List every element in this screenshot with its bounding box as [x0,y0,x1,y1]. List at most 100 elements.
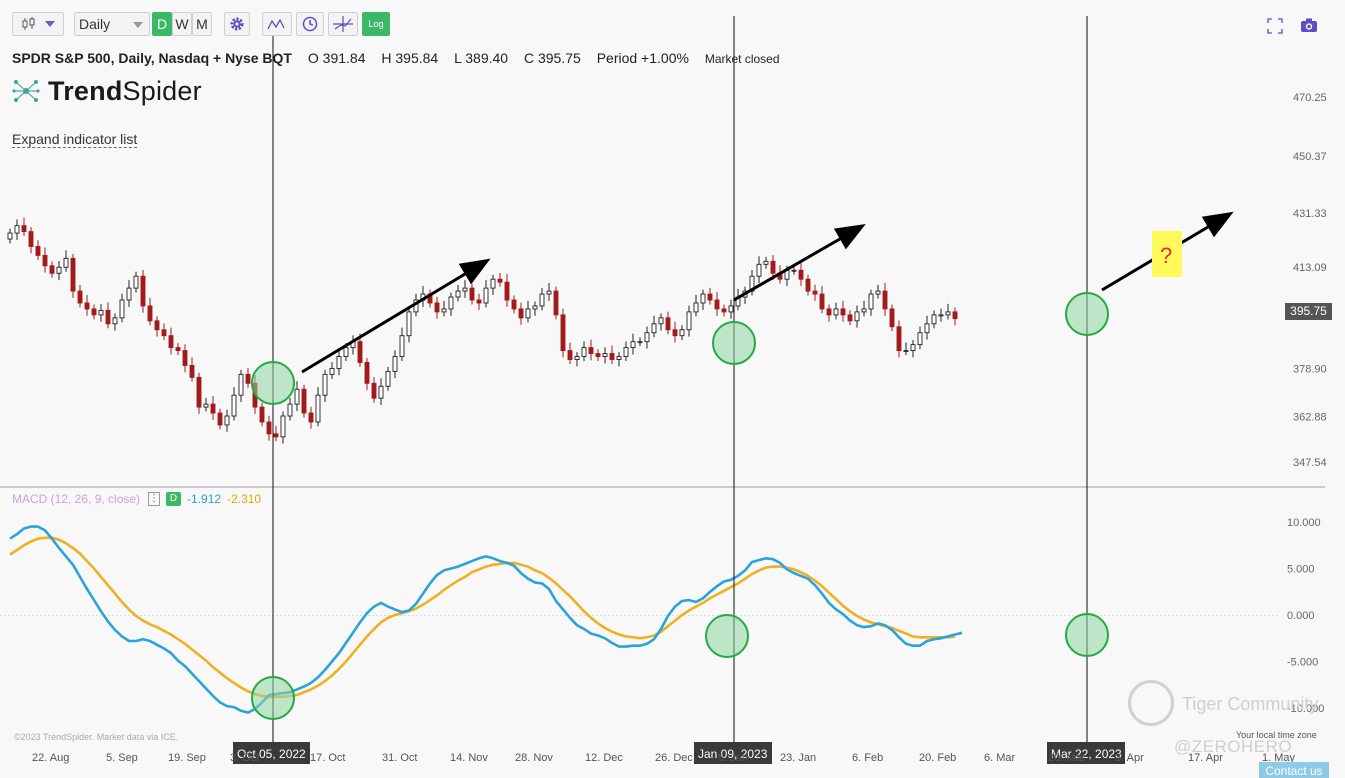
candle-body [147,305,153,322]
candle [952,307,958,326]
time-axis-label: 9. Jan [718,752,748,764]
candle-body [826,308,832,316]
candle-body [448,296,454,310]
tiger-logo-icon [1128,680,1174,726]
interval-dropdown[interactable]: Daily [74,12,150,36]
candle-body [567,350,573,360]
candle [399,327,405,361]
candle-body [609,353,615,360]
candle-body [161,329,167,337]
candle [168,327,174,355]
macd-indicator-name[interactable]: MACD (12, 26, 9, close) [12,492,140,506]
candle-body [672,329,678,337]
timezone-note[interactable]: Your local time zone [1236,730,1317,740]
candle-body [455,290,461,298]
candle [910,340,916,358]
candle [637,337,643,347]
candle [126,280,132,307]
candle-body [490,278,496,289]
settings-button[interactable] [224,12,250,36]
camera-icon [1301,18,1317,32]
candle-body [399,335,405,357]
contact-us-button[interactable]: Contact us [1259,762,1329,778]
candle-body [539,293,545,307]
macd-line [9,525,963,714]
candle [105,302,111,329]
candle [819,286,825,314]
candle-body [385,370,391,387]
expand-indicator-list-link[interactable]: Expand indicator list [12,131,138,148]
candle [231,387,237,421]
candle-body [875,290,881,295]
candle [903,342,909,356]
candle-body [469,287,475,301]
price-axis-label: 450.37 [1293,151,1327,163]
indicator-menu-icon[interactable]: ⋮ [148,492,161,506]
chart-type-dropdown[interactable] [12,12,64,36]
candle [203,397,209,412]
price-axis-label: 431.33 [1293,208,1327,220]
time-axis-label: 28. Nov [515,752,553,764]
candle [525,300,531,323]
candle [658,313,664,331]
candle [798,262,804,287]
candle [756,256,762,284]
crosshair-tool-button[interactable] [328,12,358,36]
snapshot-button[interactable] [1300,17,1318,33]
timeframe-weekly-button[interactable]: W [172,12,192,36]
candle [483,280,489,308]
candle [98,304,104,322]
candle [133,271,139,293]
candle-body [364,362,370,384]
candle-body [168,335,174,349]
candle-body [63,257,69,268]
candle-body [266,421,272,435]
candle [266,415,272,441]
candle-body [56,266,62,274]
candle [336,348,342,376]
candle-body [238,373,244,396]
candle-body [560,314,566,352]
candle [686,305,692,337]
candle-body [322,373,328,396]
time-axis-label: 6. Mar [984,752,1016,764]
candle [392,350,398,379]
candle-body [574,356,580,360]
candle [441,300,447,317]
fullscreen-button[interactable] [1267,18,1283,34]
candle-body [504,281,510,301]
candle [490,274,496,295]
candle-body [952,311,958,320]
timeframe-monthly-button[interactable]: M [192,12,212,36]
candle [63,250,69,272]
candle [574,352,580,367]
chart-canvas[interactable]: Oct 05, 2022 Jan 09, 2023 Mar 22, 2023? 47… [0,0,1345,778]
drawing-tool-button[interactable] [262,12,292,36]
trend-arrow [301,258,491,374]
candle [602,347,608,364]
candle-body [546,290,552,295]
candle-body [903,350,909,353]
highlight-circle [251,361,295,405]
timeframe-daily-button[interactable]: D [152,12,172,36]
candle-body [791,269,797,272]
candle [728,299,734,319]
candle [406,307,412,343]
wave-icon [267,18,285,30]
log-scale-toggle[interactable]: Log [362,12,390,36]
candle [588,339,594,361]
macd-panel [9,525,963,714]
watermark-text: Tiger Community [1182,694,1319,714]
candle [217,408,223,430]
candle-body [497,278,503,283]
candle [14,219,20,240]
candle [56,261,62,281]
high-value: H 395.84 [381,50,439,66]
replay-button[interactable] [296,12,324,36]
candle [238,369,244,403]
macd-axis-label: 0.000 [1287,610,1315,622]
macd-axis-label: 10.000 [1287,517,1321,529]
axis-layer: 470.25 450.37 431.33 413.09 378.90 362.88 347.… [32,92,1327,764]
candle-body [728,305,734,313]
candle [364,358,370,391]
